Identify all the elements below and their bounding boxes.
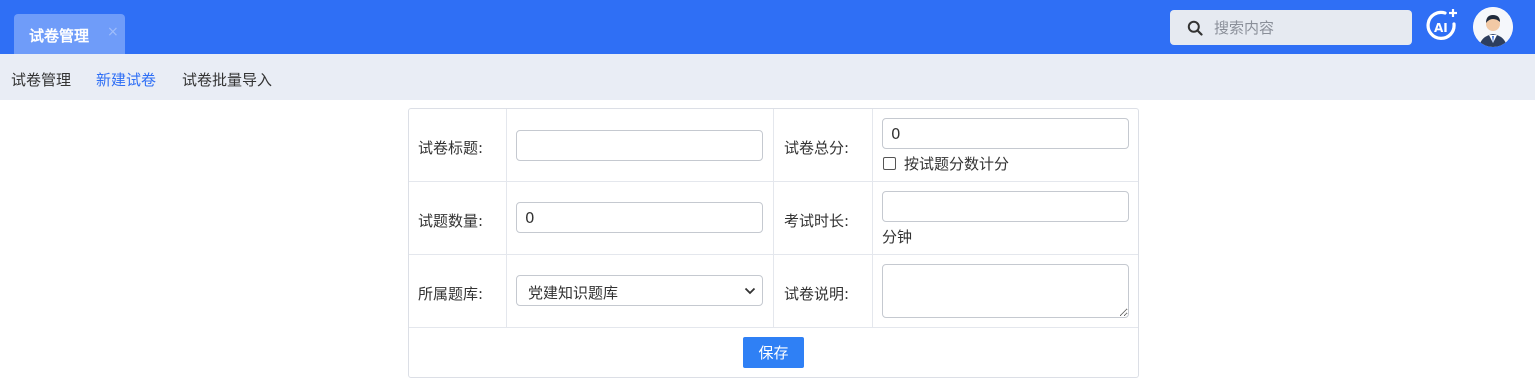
question-count-input[interactable] — [516, 202, 763, 233]
new-paper-form: 试卷标题: 试卷总分: 按试题分数计分 试题数量: 考试时长: 分钟 所属题库:… — [408, 108, 1139, 378]
subnav-item-new-paper[interactable]: 新建试卷 — [96, 69, 156, 90]
total-score-label: 试卷总分: — [784, 139, 850, 157]
column-divider — [872, 109, 873, 327]
description-label: 试卷说明: — [784, 285, 850, 303]
score-by-question-checkbox[interactable] — [883, 157, 896, 170]
column-divider — [773, 109, 774, 327]
save-button[interactable]: 保存 — [743, 337, 804, 368]
top-bar: 试卷管理 × AI — [0, 0, 1535, 54]
tab-paper-management[interactable]: 试卷管理 × — [14, 14, 125, 54]
search-box[interactable] — [1170, 10, 1412, 45]
description-textarea[interactable] — [882, 264, 1129, 318]
paper-title-input[interactable] — [516, 130, 763, 161]
svg-text:AI: AI — [1434, 21, 1448, 35]
duration-unit: 分钟 — [882, 228, 913, 246]
question-bank-label: 所属题库: — [418, 285, 484, 303]
paper-title-label: 试卷标题: — [418, 139, 484, 157]
close-icon[interactable]: × — [107, 24, 119, 40]
search-icon — [1187, 20, 1203, 36]
question-count-label: 试题数量: — [418, 212, 484, 230]
question-bank-value: 党建知识题库 — [528, 284, 619, 302]
row-divider — [409, 327, 1138, 328]
score-by-question-label: 按试题分数计分 — [904, 155, 1010, 173]
chevron-down-icon — [744, 287, 756, 295]
avatar[interactable] — [1473, 7, 1513, 47]
sub-navigation: 试卷管理 新建试卷 试卷批量导入 — [0, 54, 1535, 100]
ai-assistant-icon[interactable]: AI — [1426, 7, 1460, 45]
user-avatar-icon — [1473, 7, 1513, 47]
duration-label: 考试时长: — [784, 212, 850, 230]
duration-input[interactable] — [882, 191, 1129, 222]
tab-label: 试卷管理 — [29, 27, 90, 45]
total-score-input[interactable] — [882, 118, 1129, 149]
subnav-item-paper-management[interactable]: 试卷管理 — [11, 69, 71, 90]
column-divider — [506, 109, 507, 327]
subnav-item-batch-import[interactable]: 试卷批量导入 — [182, 69, 272, 90]
question-bank-select[interactable]: 党建知识题库 — [516, 275, 763, 306]
search-input[interactable] — [1212, 14, 1406, 42]
